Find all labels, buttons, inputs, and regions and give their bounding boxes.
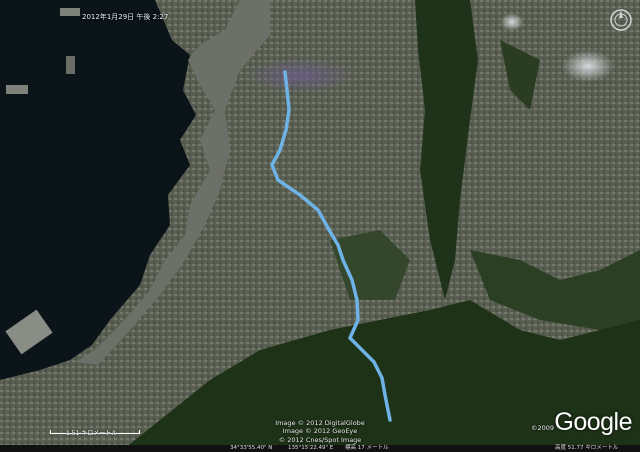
- satellite-map[interactable]: [0, 0, 640, 452]
- latitude-readout: 34°33'55.40" N: [230, 445, 273, 451]
- credit-cnes: © 2012 Cnes/Spot Image: [278, 436, 362, 444]
- google-logo: Google: [554, 408, 632, 436]
- copyright-year: ©2009: [530, 424, 554, 432]
- longitude-readout: 135°15'22.49" E: [288, 445, 334, 451]
- compass-icon[interactable]: [609, 8, 633, 32]
- scale-bar: 1.51 キロメートル: [50, 430, 140, 437]
- purple-haze: [245, 57, 355, 93]
- status-bar: 34°33'55.40" N 135°15'22.49" E 標高 17 メート…: [0, 445, 640, 452]
- date-label: 2012年1月29日 午後 2:27: [82, 13, 169, 21]
- cloud-2: [500, 13, 524, 31]
- map-viewport[interactable]: 2012年1月29日 午後 2:27 Image © 2012 DigitalG…: [0, 0, 640, 452]
- scale-label: 1.51 キロメートル: [66, 430, 118, 437]
- elevation-readout: 標高 17 メートル: [345, 445, 389, 451]
- island-3: [6, 85, 28, 94]
- island-2: [60, 8, 80, 16]
- island-4: [66, 56, 75, 74]
- cloud-1: [562, 50, 614, 82]
- altitude-readout: 高度 51.77 キロメートル: [555, 445, 619, 451]
